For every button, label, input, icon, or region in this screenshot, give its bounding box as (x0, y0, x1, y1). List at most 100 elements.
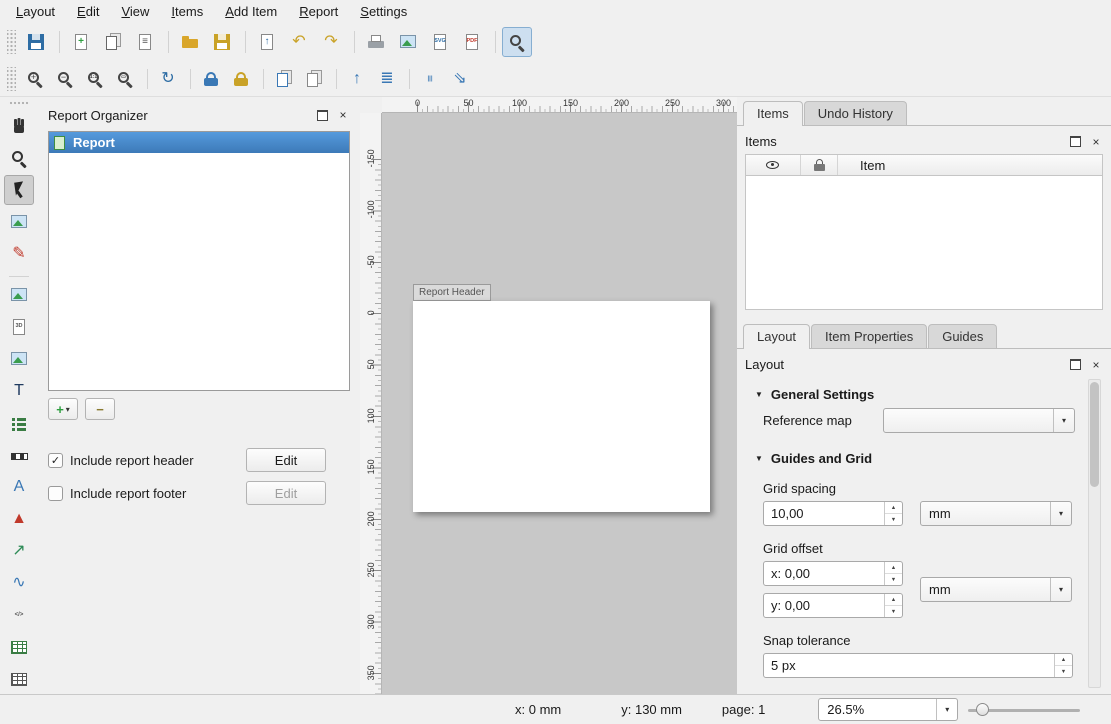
load-template-button[interactable] (175, 27, 205, 57)
general-settings-section-header[interactable]: ▼ General Settings (755, 387, 1075, 402)
float-panel-button[interactable] (1068, 135, 1082, 149)
menu-edit[interactable]: Edit (67, 2, 109, 21)
report-page[interactable] (413, 301, 710, 512)
distribute-items-button[interactable]: ||| (416, 65, 444, 93)
grid-spacing-unit-select[interactable]: mm ▾ (920, 501, 1072, 526)
edit-footer-button[interactable]: Edit (246, 481, 326, 505)
spin-down-button[interactable]: ▼ (885, 514, 902, 525)
panel-scrollbar[interactable] (1088, 379, 1101, 688)
zoom-in-button[interactable]: + (21, 65, 49, 93)
new-report-button[interactable]: + (66, 27, 96, 57)
export-svg-button[interactable]: SVG (425, 27, 455, 57)
add-legend-tool-button[interactable] (4, 408, 34, 438)
add-3d-map-tool-button[interactable]: 3D (4, 312, 34, 342)
menu-view[interactable]: View (111, 2, 159, 21)
save-template-button[interactable] (207, 27, 237, 57)
refresh-view-button[interactable]: ↻ (154, 65, 182, 93)
pan-tool-button[interactable] (4, 111, 34, 141)
close-panel-button[interactable]: × (336, 108, 350, 122)
grid-offset-unit-select[interactable]: mm ▾ (920, 577, 1072, 602)
select-move-item-tool-button[interactable] (4, 175, 34, 205)
add-node-item-tool-button[interactable]: ∿ (4, 568, 34, 598)
tree-item-report[interactable]: Report (49, 132, 349, 153)
add-shape-tool-button[interactable]: ▲ (4, 504, 34, 534)
unlock-items-button[interactable] (227, 65, 255, 93)
redo-button[interactable]: ↷ (316, 27, 346, 57)
layout-viewport[interactable]: Report Header (382, 113, 737, 694)
lock-items-button[interactable] (197, 65, 225, 93)
edit-header-button[interactable]: Edit (246, 448, 326, 472)
add-map-tool-button[interactable] (4, 280, 34, 310)
dropdown-arrow-icon[interactable]: ▾ (936, 699, 957, 720)
zoom-out-button[interactable]: − (51, 65, 79, 93)
grid-spacing-input[interactable]: 10,00 ▲▼ (763, 501, 903, 526)
menu-add-item[interactable]: Add Item (215, 2, 287, 21)
spin-up-button[interactable]: ▲ (885, 502, 902, 514)
float-panel-button[interactable] (1068, 358, 1082, 372)
spin-up-button[interactable]: ▲ (885, 594, 902, 606)
toolbar-drag-handle[interactable] (7, 30, 16, 54)
zoom-level-combobox[interactable]: 26.5% ▾ (818, 698, 958, 721)
items-list[interactable] (745, 176, 1103, 310)
align-items-button[interactable]: ≣ (373, 65, 401, 93)
include-report-header-checkbox[interactable]: ✓ (48, 453, 63, 468)
add-html-tool-button[interactable]: </> (4, 600, 34, 630)
menu-report[interactable]: Report (289, 2, 348, 21)
add-north-arrow-tool-button[interactable]: A (4, 472, 34, 502)
tab-undo-history[interactable]: Undo History (804, 101, 907, 125)
tab-layout[interactable]: Layout (743, 324, 810, 349)
tab-items[interactable]: Items (743, 101, 803, 126)
spin-down-button[interactable]: ▼ (885, 574, 902, 585)
report-manager-button[interactable]: ≡ (130, 27, 160, 57)
dropdown-arrow-icon[interactable]: ▾ (1050, 578, 1071, 601)
guides-and-grid-section-header[interactable]: ▼ Guides and Grid (755, 451, 1075, 466)
export-image-button[interactable] (393, 27, 423, 57)
add-picture-tool-button[interactable] (4, 344, 34, 374)
move-content-tool-button[interactable] (4, 207, 34, 237)
dropdown-arrow-icon[interactable]: ▾ (1053, 409, 1074, 432)
zoom-full-button[interactable]: ▭ (111, 65, 139, 93)
add-scalebar-tool-button[interactable] (4, 440, 34, 470)
export-template-button[interactable]: ↑ (252, 27, 282, 57)
tab-guides[interactable]: Guides (928, 324, 997, 348)
add-section-button[interactable]: +▾ (48, 398, 78, 420)
zoom-slider-thumb[interactable] (976, 703, 989, 716)
export-pdf-button[interactable]: PDF (457, 27, 487, 57)
grid-offset-y-input[interactable]: y: 0,00 ▲▼ (763, 593, 903, 618)
scrollbar-thumb[interactable] (1090, 382, 1099, 487)
remove-section-button[interactable]: − (85, 398, 115, 420)
grid-offset-x-input[interactable]: x: 0,00 ▲▼ (763, 561, 903, 586)
raise-items-button[interactable]: ↑ (343, 65, 371, 93)
add-fixed-table-tool-button[interactable] (4, 664, 34, 694)
save-project-button[interactable] (21, 27, 51, 57)
group-items-button[interactable] (270, 65, 298, 93)
close-panel-button[interactable]: × (1089, 135, 1103, 149)
ungroup-items-button[interactable] (300, 65, 328, 93)
toolbar-drag-handle[interactable] (8, 101, 30, 105)
include-report-footer-checkbox[interactable] (48, 486, 63, 501)
zoom-actual-button[interactable]: 1:1 (81, 65, 109, 93)
add-label-tool-button[interactable]: T (4, 376, 34, 406)
spin-up-button[interactable]: ▲ (885, 562, 902, 574)
spin-up-button[interactable]: ▲ (1055, 654, 1072, 666)
menu-settings[interactable]: Settings (350, 2, 417, 21)
close-panel-button[interactable]: × (1089, 358, 1103, 372)
reference-map-select[interactable]: ▾ (883, 408, 1075, 433)
float-panel-button[interactable] (315, 108, 329, 122)
menu-layout[interactable]: Layout (6, 2, 65, 21)
preview-report-button[interactable] (502, 27, 532, 57)
zoom-slider[interactable] (968, 700, 1080, 720)
print-button[interactable] (361, 27, 391, 57)
toolbar-drag-handle[interactable] (7, 67, 16, 91)
snap-tolerance-input[interactable]: 5 px ▲▼ (763, 653, 1073, 678)
spin-down-button[interactable]: ▼ (885, 606, 902, 617)
report-tree[interactable]: Report (48, 131, 350, 391)
add-arrow-tool-button[interactable]: ↗ (4, 536, 34, 566)
spin-down-button[interactable]: ▼ (1055, 666, 1072, 677)
edit-nodes-tool-button[interactable]: ✎ (4, 239, 34, 269)
duplicate-report-button[interactable] (98, 27, 128, 57)
resize-items-button[interactable]: ⇘ (446, 65, 474, 93)
dropdown-arrow-icon[interactable]: ▾ (1050, 502, 1071, 525)
tab-item-properties[interactable]: Item Properties (811, 324, 927, 348)
zoom-tool-button[interactable] (4, 143, 34, 173)
